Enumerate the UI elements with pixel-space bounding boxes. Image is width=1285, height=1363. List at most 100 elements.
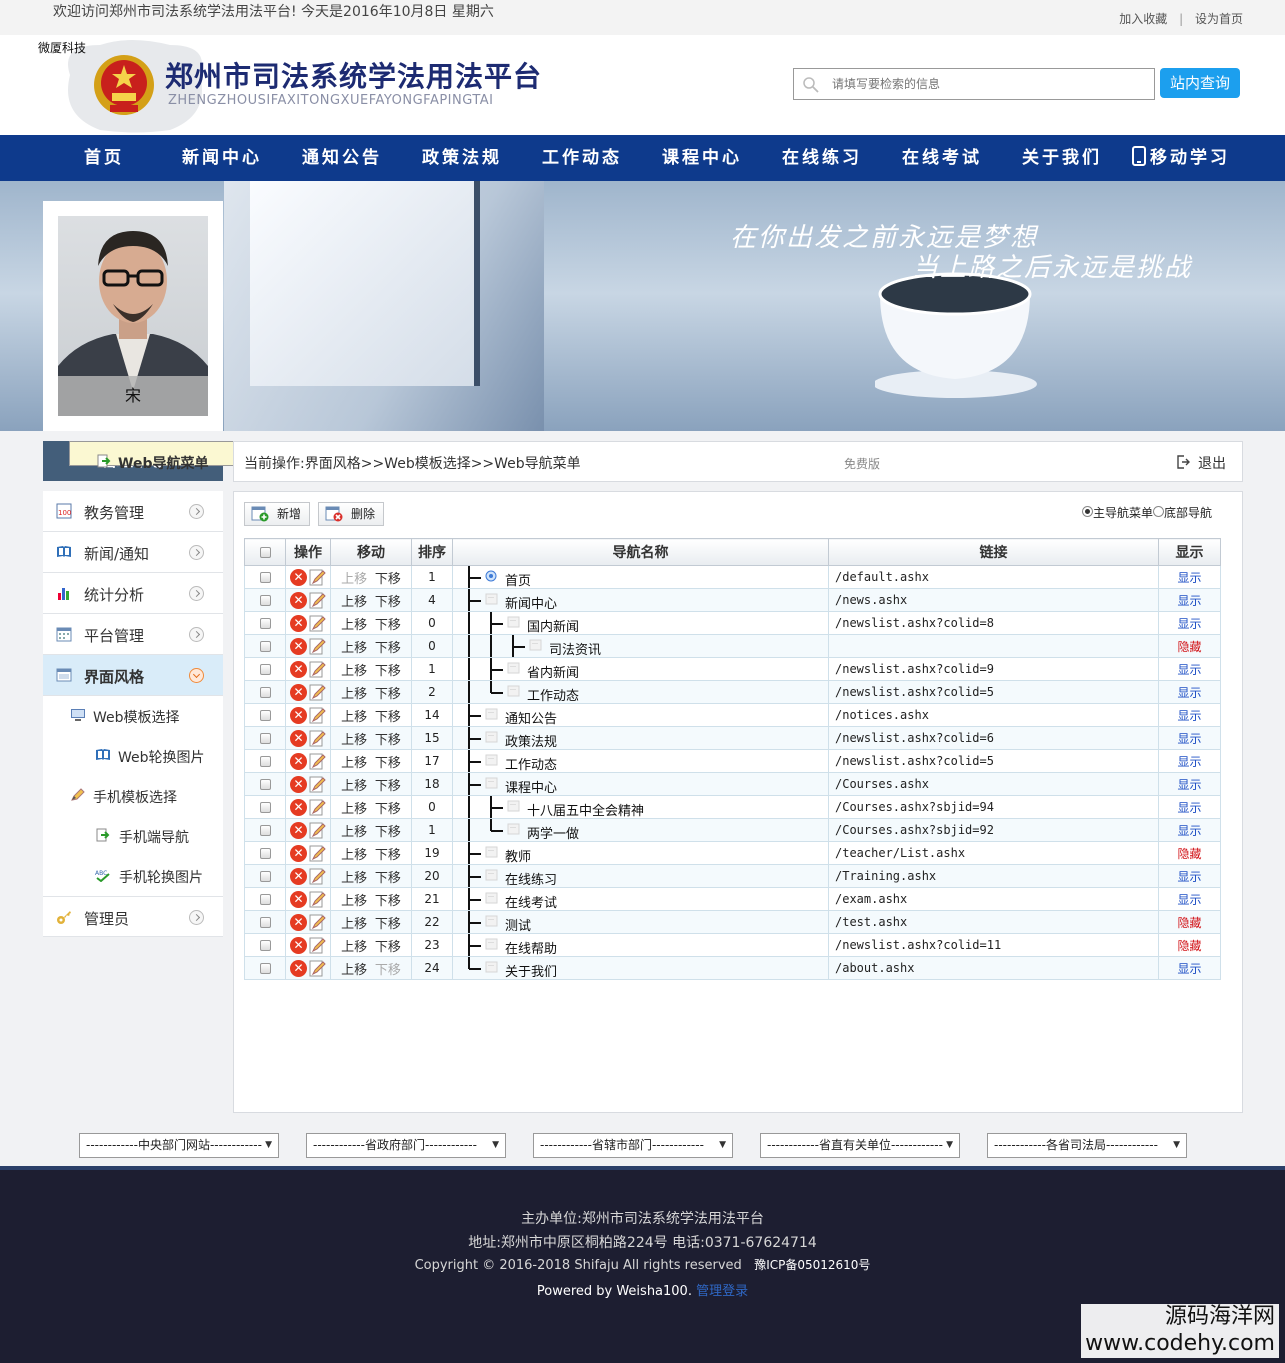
- site-search-button[interactable]: 站内查询: [1160, 68, 1240, 98]
- row-status-toggle[interactable]: 显示: [1177, 571, 1201, 585]
- direct-units-select[interactable]: ------------省直有关单位------------: [760, 1133, 960, 1158]
- move-up-link[interactable]: 上移: [341, 641, 367, 656]
- row-name[interactable]: 在线练习: [505, 869, 557, 887]
- radio-bottom-nav[interactable]: [1153, 506, 1165, 517]
- move-down-link[interactable]: 下移: [375, 848, 401, 863]
- edit-row-icon[interactable]: [309, 868, 326, 885]
- delete-row-icon[interactable]: ✕: [290, 591, 307, 609]
- move-down-link[interactable]: 下移: [375, 779, 401, 794]
- row-name[interactable]: 十八届五中全会精神: [527, 800, 644, 818]
- edit-row-icon[interactable]: [309, 822, 326, 839]
- row-name[interactable]: 政策法规: [505, 731, 557, 749]
- delete-row-icon[interactable]: ✕: [290, 798, 307, 816]
- row-status-toggle[interactable]: 显示: [1177, 893, 1201, 907]
- province-departments-select[interactable]: ------------省政府部门------------: [306, 1133, 506, 1158]
- edit-row-icon[interactable]: [309, 799, 326, 816]
- add-favorite-link[interactable]: 加入收藏: [1119, 12, 1167, 26]
- delete-row-icon[interactable]: ✕: [290, 844, 307, 862]
- edit-row-icon[interactable]: [309, 638, 326, 655]
- nav-news[interactable]: 新闻中心: [182, 135, 262, 181]
- edit-row-icon[interactable]: [309, 592, 326, 609]
- row-name[interactable]: 在线考试: [505, 892, 557, 910]
- move-up-link[interactable]: 上移: [341, 779, 367, 794]
- row-checkbox[interactable]: [259, 848, 271, 859]
- row-status-toggle[interactable]: 显示: [1177, 663, 1201, 677]
- nav-work[interactable]: 工作动态: [542, 135, 622, 181]
- sidebar-item-platform[interactable]: 平台管理: [43, 614, 223, 655]
- row-name[interactable]: 关于我们: [505, 961, 557, 979]
- sidebar-subitem-web-template[interactable]: Web模板选择: [43, 696, 223, 736]
- row-status-toggle[interactable]: 显示: [1177, 732, 1201, 746]
- row-name[interactable]: 省内新闻: [527, 662, 579, 680]
- move-up-link[interactable]: 上移: [341, 595, 367, 610]
- row-checkbox[interactable]: [259, 664, 271, 675]
- row-checkbox[interactable]: [259, 733, 271, 744]
- admin-login-link[interactable]: 管理登录: [696, 1284, 748, 1299]
- row-name[interactable]: 在线帮助: [505, 938, 557, 956]
- nav-courses[interactable]: 课程中心: [662, 135, 742, 181]
- edit-row-icon[interactable]: [309, 914, 326, 931]
- row-status-toggle[interactable]: 显示: [1177, 617, 1201, 631]
- edit-row-icon[interactable]: [309, 937, 326, 954]
- move-up-link[interactable]: 上移: [341, 871, 367, 886]
- delete-row-icon[interactable]: ✕: [290, 752, 307, 770]
- court-emblem-icon[interactable]: [92, 53, 156, 117]
- move-down-link[interactable]: 下移: [375, 595, 401, 610]
- avatar[interactable]: 宋: [58, 216, 208, 416]
- move-up-link[interactable]: 上移: [341, 963, 367, 978]
- sidebar-item-theme[interactable]: 界面风格: [43, 655, 223, 696]
- row-name[interactable]: 工作动态: [527, 685, 579, 703]
- sidebar-subitem-mobile-nav[interactable]: 手机端导航: [43, 816, 223, 856]
- move-down-link[interactable]: 下移: [375, 664, 401, 679]
- row-name[interactable]: 新闻中心: [505, 593, 557, 611]
- row-status-toggle[interactable]: 隐藏: [1177, 640, 1201, 654]
- central-departments-select[interactable]: ------------中央部门网站------------: [79, 1133, 279, 1158]
- sidebar-item-academic[interactable]: 100 教务管理: [43, 491, 223, 532]
- edit-row-icon[interactable]: [309, 707, 326, 724]
- move-up-link[interactable]: 上移: [341, 572, 367, 587]
- nav-about[interactable]: 关于我们: [1022, 135, 1102, 181]
- select-all-checkbox[interactable]: [259, 546, 271, 558]
- delete-button[interactable]: 删除: [318, 502, 385, 526]
- row-checkbox[interactable]: [259, 963, 271, 974]
- move-down-link[interactable]: 下移: [375, 641, 401, 656]
- nav-practice[interactable]: 在线练习: [782, 135, 862, 181]
- nav-notices[interactable]: 通知公告: [302, 135, 382, 181]
- edit-row-icon[interactable]: [309, 845, 326, 862]
- move-up-link[interactable]: 上移: [341, 825, 367, 840]
- edit-row-icon[interactable]: [309, 776, 326, 793]
- row-checkbox[interactable]: [259, 802, 271, 813]
- row-status-toggle[interactable]: 显示: [1177, 709, 1201, 723]
- row-status-toggle[interactable]: 隐藏: [1177, 847, 1201, 861]
- row-checkbox[interactable]: [259, 940, 271, 951]
- nav-exam[interactable]: 在线考试: [902, 135, 982, 181]
- move-down-link[interactable]: 下移: [375, 733, 401, 748]
- move-up-link[interactable]: 上移: [341, 894, 367, 909]
- row-name[interactable]: 首页: [505, 570, 531, 588]
- move-down-link[interactable]: 下移: [375, 940, 401, 955]
- edit-row-icon[interactable]: [309, 730, 326, 747]
- move-down-link[interactable]: 下移: [375, 572, 401, 587]
- move-down-link[interactable]: 下移: [375, 825, 401, 840]
- city-departments-select[interactable]: ------------省辖市部门------------: [533, 1133, 733, 1158]
- sidebar-item-stats[interactable]: 统计分析: [43, 573, 223, 614]
- move-up-link[interactable]: 上移: [341, 664, 367, 679]
- delete-row-icon[interactable]: ✕: [290, 821, 307, 839]
- delete-row-icon[interactable]: ✕: [290, 568, 307, 586]
- row-checkbox[interactable]: [259, 595, 271, 606]
- search-input[interactable]: [832, 75, 1142, 93]
- move-up-link[interactable]: 上移: [341, 618, 367, 633]
- row-name[interactable]: 司法资讯: [549, 639, 601, 657]
- sidebar-item-news[interactable]: 新闻/通知: [43, 532, 223, 573]
- row-status-toggle[interactable]: 显示: [1177, 824, 1201, 838]
- move-up-link[interactable]: 上移: [341, 687, 367, 702]
- move-down-link[interactable]: 下移: [375, 756, 401, 771]
- row-checkbox[interactable]: [259, 710, 271, 721]
- move-down-link[interactable]: 下移: [375, 618, 401, 633]
- add-button[interactable]: 新增: [244, 502, 311, 526]
- delete-row-icon[interactable]: ✕: [290, 775, 307, 793]
- sidebar-item-admin[interactable]: 管理员: [43, 896, 223, 937]
- row-checkbox[interactable]: [259, 618, 271, 629]
- row-status-toggle[interactable]: 显示: [1177, 801, 1201, 815]
- delete-row-icon[interactable]: ✕: [290, 936, 307, 954]
